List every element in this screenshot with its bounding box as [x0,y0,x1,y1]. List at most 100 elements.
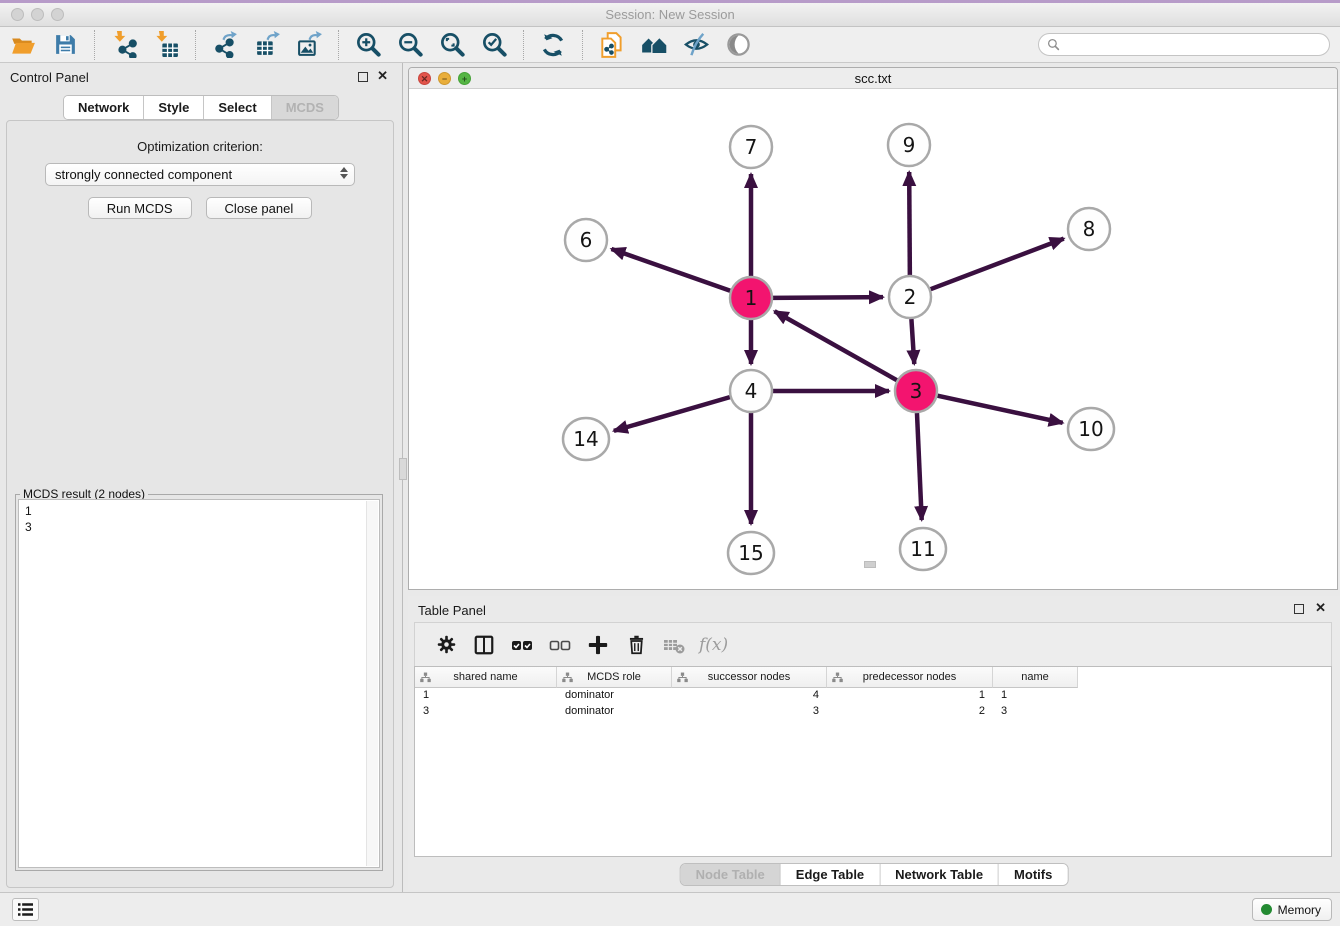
network-canvas[interactable]: 7968124314101511 [409,89,1337,589]
tab-style[interactable]: Style [144,96,204,119]
cell-successor-nodes: 3 [672,704,827,720]
mcds-result-text[interactable]: 1 3 [18,499,380,868]
column-header-successor-nodes[interactable]: successor nodes [672,667,827,688]
close-panel-icon[interactable]: ✕ [377,69,388,82]
export-table-button[interactable] [252,30,282,60]
select-stepper-icon [340,167,348,179]
apply-layout-button[interactable] [538,30,568,60]
edge-2-9[interactable] [909,172,910,275]
delete-column-button[interactable] [621,630,651,660]
float-table-panel-icon[interactable] [1294,604,1304,614]
edge-2-8[interactable] [931,239,1064,290]
close-panel-button[interactable]: Close panel [206,197,313,219]
criterion-select[interactable]: strongly connected component [45,163,355,186]
table-row[interactable]: 3 dominator 3 2 3 [415,704,1331,720]
checked-boxes-icon [510,633,534,657]
float-panel-icon[interactable] [358,72,368,82]
column-label: predecessor nodes [863,671,957,683]
create-column-button[interactable] [583,630,613,660]
toggle-graphics-details-button[interactable] [681,30,711,60]
main-toolbar [0,27,1340,63]
mcds-result-group: MCDS result (2 nodes) 1 3 [15,494,383,871]
select-all-rows-button[interactable] [507,630,537,660]
tab-mcds[interactable]: MCDS [272,96,338,119]
memory-status-icon [1261,904,1272,915]
hide-details-eye-icon [683,31,710,58]
import-network-icon [111,31,138,58]
task-history-button[interactable] [12,898,39,921]
duplicate-network-icon [598,31,626,59]
network-view-titlebar[interactable]: ✕ − + scc.txt [409,68,1337,89]
delete-table-button[interactable] [659,630,689,660]
cell-shared-name: 3 [415,704,557,720]
export-image-button[interactable] [294,30,324,60]
table-panel-header: Table Panel ✕ [408,596,1340,622]
network-graph[interactable]: 7968124314101511 [409,89,1337,589]
edge-4-14[interactable] [614,397,730,431]
column-label: successor nodes [708,671,791,683]
tab-motifs[interactable]: Motifs [999,864,1067,885]
refresh-icon [540,32,566,58]
tab-node-table[interactable]: Node Table [681,864,781,885]
edge-1-6[interactable] [611,249,730,291]
control-panel-header: Control Panel ✕ [0,63,402,89]
node-label-6: 6 [580,228,593,252]
node-label-7: 7 [745,135,758,159]
duplicate-network-button[interactable] [597,30,627,60]
cell-successor-nodes: 4 [672,688,827,704]
export-network-button[interactable] [210,30,240,60]
homes-icon [640,31,668,59]
deselect-all-rows-button[interactable] [545,630,575,660]
edge-3-1[interactable] [775,311,897,380]
table-panel-title: Table Panel [418,603,486,618]
tab-network-table[interactable]: Network Table [880,864,999,885]
export-network-icon [212,31,239,58]
search-field[interactable] [1038,33,1330,56]
mcds-result-scrollbar[interactable] [366,501,378,866]
column-header-predecessor-nodes[interactable]: predecessor nodes [827,667,993,688]
import-network-button[interactable] [109,30,139,60]
open-session-button[interactable] [8,30,38,60]
birds-eye-view-button[interactable] [723,30,753,60]
save-session-button[interactable] [50,30,80,60]
function-builder-button[interactable]: f(x) [699,635,728,655]
node-label-8: 8 [1083,217,1096,241]
node-label-10: 10 [1078,417,1103,441]
search-input[interactable] [1065,38,1329,52]
import-table-button[interactable] [151,30,181,60]
show-columns-button[interactable] [469,630,499,660]
tab-network[interactable]: Network [64,96,144,119]
table-row[interactable]: 1 dominator 4 1 1 [415,688,1331,704]
column-type-icon [562,672,573,683]
table-options-button[interactable] [431,630,461,660]
tab-select[interactable]: Select [204,96,271,119]
open-folder-icon [10,32,36,58]
zoom-fit-button[interactable] [437,30,467,60]
zoom-in-button[interactable] [353,30,383,60]
home-view-button[interactable] [639,30,669,60]
edge-3-10[interactable] [937,396,1062,423]
edge-3-11[interactable] [917,413,922,520]
window-title: Session: New Session [0,7,1340,22]
column-header-mcds-role[interactable]: MCDS role [557,667,672,688]
column-header-name[interactable]: name [993,667,1078,688]
close-table-panel-icon[interactable]: ✕ [1315,601,1326,614]
column-header-shared-name[interactable]: shared name [415,667,557,688]
cell-mcds-role: dominator [557,704,672,720]
zoom-out-icon [397,31,424,58]
vertical-splitter-handle[interactable] [399,458,407,480]
export-table-icon [254,31,281,58]
edge-1-2[interactable] [773,297,883,298]
save-icon [53,32,78,57]
memory-button[interactable]: Memory [1252,898,1332,921]
tab-edge-table[interactable]: Edge Table [781,864,880,885]
zoom-out-button[interactable] [395,30,425,60]
plus-icon [587,634,609,656]
unchecked-boxes-icon [548,633,572,657]
status-bar: Memory [0,892,1340,926]
zoom-selected-button[interactable] [479,30,509,60]
run-mcds-button[interactable]: Run MCDS [88,197,192,219]
horizontal-splitter-handle[interactable] [864,561,876,568]
column-label: shared name [453,671,517,683]
edge-2-3[interactable] [911,319,914,364]
